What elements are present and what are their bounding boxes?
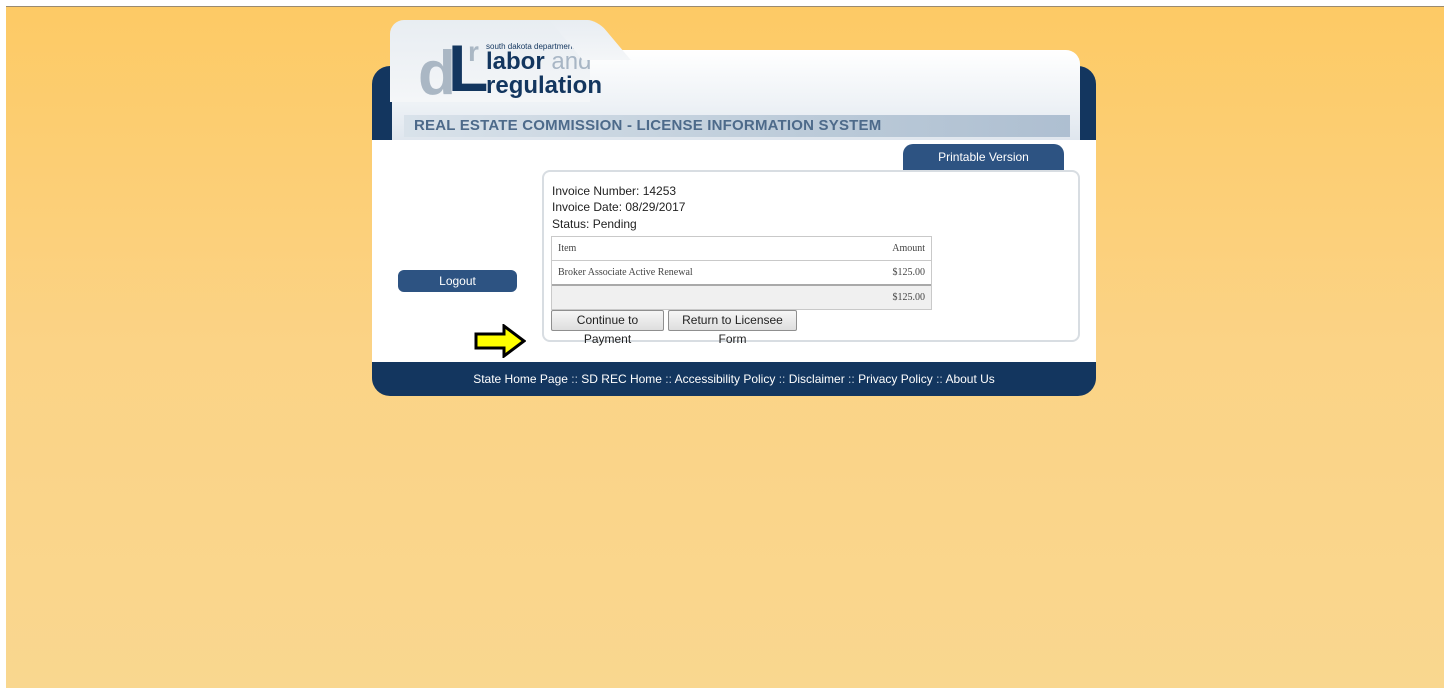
footer-link-privacy[interactable]: Privacy Policy: [858, 372, 933, 386]
footer-separator: ::: [775, 372, 789, 386]
row-amount: $125.00: [892, 267, 926, 278]
yellow-right-arrow-icon: [474, 324, 526, 358]
footer-link-disclaimer[interactable]: Disclaimer: [789, 372, 845, 386]
invoice-table: Item Amount Broker Associate Active Rene…: [551, 236, 932, 310]
invoice-date: Invoice Date: 08/29/2017: [552, 200, 686, 214]
footer-link-accessibility[interactable]: Accessibility Policy: [675, 372, 776, 386]
footer-link-state-home[interactable]: State Home Page: [473, 372, 568, 386]
logo-labor-word: labor: [486, 48, 545, 75]
page-title: REAL ESTATE COMMISSION - LICENSE INFORMA…: [404, 115, 1070, 137]
column-header-amount: Amount: [892, 243, 925, 254]
table-total-row: $125.00: [552, 286, 931, 309]
footer-link-sd-rec-home[interactable]: SD REC Home: [581, 372, 662, 386]
footer-links: State Home Page :: SD REC Home :: Access…: [372, 370, 1096, 388]
site-frame: d L r south dakota department of labor a…: [372, 20, 1096, 396]
row-item: Broker Associate Active Renewal: [558, 267, 693, 278]
dlr-logo-mark: d L r: [418, 35, 488, 108]
total-amount: $125.00: [892, 292, 926, 303]
logo-labor-line: labor and: [486, 50, 591, 74]
invoice-panel: Invoice Number: 14253 Invoice Date: 08/2…: [542, 170, 1080, 346]
logo-mark-r: r: [468, 36, 479, 67]
table-header-row: Item Amount: [552, 237, 931, 261]
logo-mark-d: d: [418, 39, 456, 108]
footer-separator: ::: [661, 372, 675, 386]
logo-regulation-word: regulation: [486, 72, 603, 99]
column-header-item: Item: [558, 243, 577, 254]
logout-button[interactable]: Logout: [398, 270, 517, 292]
logo: d L r south dakota department of labor a…: [390, 20, 602, 108]
logo-and-word: and: [551, 48, 592, 75]
table-row: Broker Associate Active Renewal $125.00: [552, 261, 931, 286]
footer-separator: ::: [844, 372, 859, 386]
footer-link-about[interactable]: About Us: [945, 372, 994, 386]
main-content: Printable Version Logout Invoice Number:…: [372, 140, 1096, 362]
return-to-licensee-form-button[interactable]: Return to Licensee Form: [668, 310, 797, 346]
printable-version-tab[interactable]: Printable Version: [903, 144, 1064, 170]
invoice-status: Status: Pending: [552, 217, 637, 231]
invoice-number: Invoice Number: 14253: [552, 184, 677, 198]
footer-separator: ::: [932, 372, 946, 386]
continue-to-payment-button[interactable]: Continue to Payment: [551, 310, 664, 346]
footer-separator: ::: [567, 372, 582, 386]
